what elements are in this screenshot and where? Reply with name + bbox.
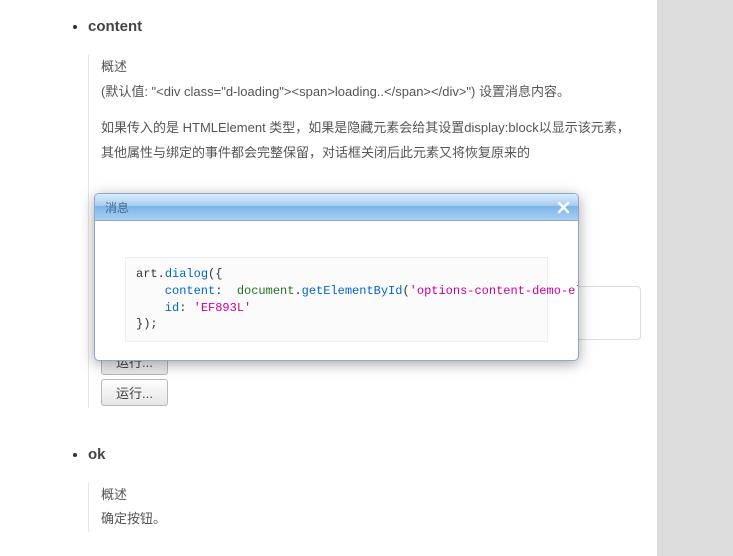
ok-desc: 确定按钮。 bbox=[101, 507, 639, 532]
dialog-body: art.dialog({ content: document.getElemen… bbox=[95, 221, 578, 352]
close-icon[interactable] bbox=[554, 198, 572, 216]
section-ok: ok 概述 确定按钮。 bbox=[88, 428, 639, 532]
run-button-2[interactable]: 运行... bbox=[101, 379, 168, 406]
overview-label-ok: 概述 bbox=[101, 483, 639, 508]
dialog: 消息 art.dialog({ content: document.getEle… bbox=[94, 193, 579, 361]
section-title-ok: ok bbox=[88, 428, 639, 477]
content-default-desc: (默认值: "<div class="d-loading"><span>load… bbox=[101, 80, 639, 105]
section-title-content: content bbox=[88, 0, 639, 49]
section-body-ok: 概述 确定按钮。 bbox=[88, 483, 639, 532]
overview-label: 概述 bbox=[101, 55, 639, 80]
dialog-header[interactable]: 消息 bbox=[95, 194, 578, 221]
dialog-title: 消息 bbox=[105, 199, 129, 216]
content-para1: 如果传入的是 HTMLElement 类型，如果是隐藏元素会给其设置displa… bbox=[101, 116, 639, 165]
code-block: art.dialog({ content: document.getElemen… bbox=[125, 257, 548, 342]
